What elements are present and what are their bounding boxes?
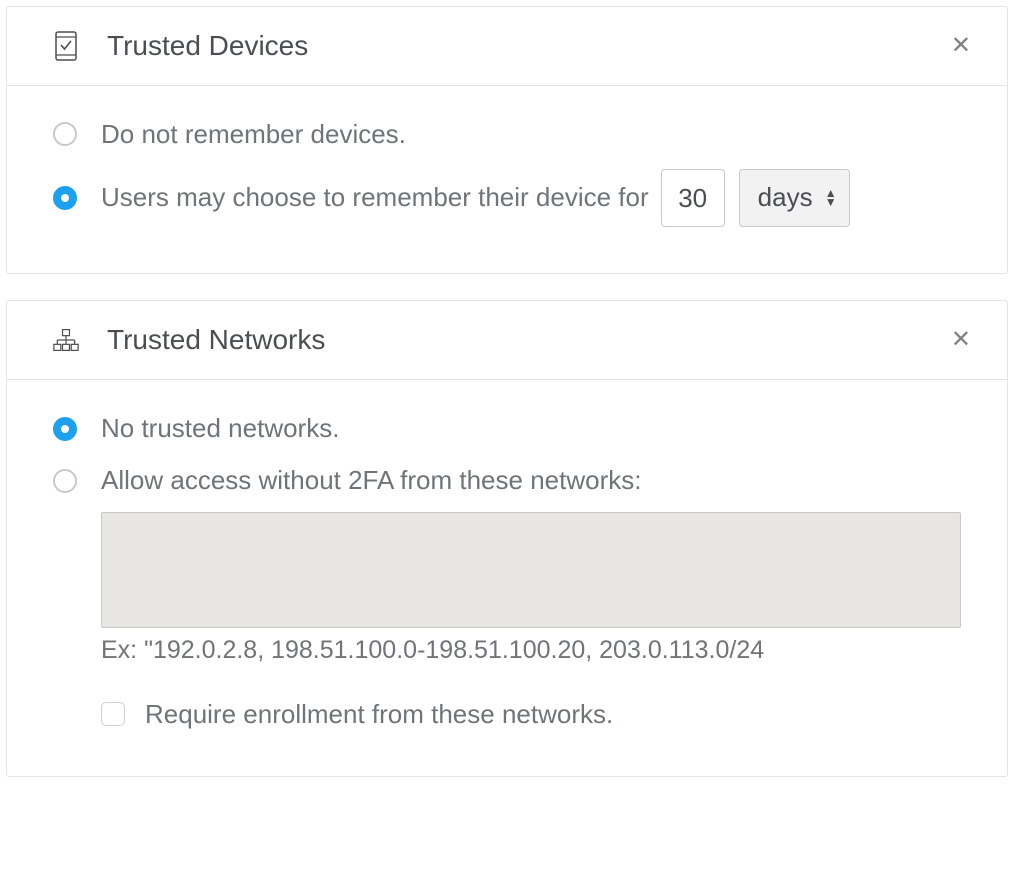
require-enrollment-row[interactable]: Require enrollment from these networks. bbox=[101, 699, 961, 730]
option-allow-networks-label: Allow access without 2FA from these netw… bbox=[101, 464, 641, 498]
trusted-devices-body: Do not remember devices. Users may choos… bbox=[7, 86, 1007, 274]
trusted-networks-hint: Ex: "192.0.2.8, 198.51.100.0-198.51.100.… bbox=[101, 636, 961, 665]
trusted-devices-header: Trusted Devices ✕ bbox=[7, 7, 1007, 86]
trusted-devices-title: Trusted Devices bbox=[107, 29, 308, 63]
radio-no-remember[interactable] bbox=[53, 122, 77, 146]
option-remember[interactable]: Users may choose to remember their devic… bbox=[53, 169, 961, 227]
option-no-trusted-networks[interactable]: No trusted networks. bbox=[53, 412, 961, 446]
trusted-devices-panel: Trusted Devices ✕ Do not remember device… bbox=[6, 6, 1008, 274]
trusted-networks-title: Trusted Networks bbox=[107, 323, 325, 357]
require-enrollment-label: Require enrollment from these networks. bbox=[145, 699, 613, 730]
option-allow-networks[interactable]: Allow access without 2FA from these netw… bbox=[53, 464, 961, 498]
require-enrollment-checkbox[interactable] bbox=[101, 702, 125, 726]
option-no-remember-label: Do not remember devices. bbox=[101, 118, 406, 152]
option-remember-label: Users may choose to remember their devic… bbox=[101, 181, 649, 215]
close-icon[interactable]: ✕ bbox=[943, 30, 979, 62]
remember-unit-select[interactable]: days ▲▼ bbox=[739, 169, 850, 227]
option-no-remember[interactable]: Do not remember devices. bbox=[53, 118, 961, 152]
radio-remember[interactable] bbox=[53, 186, 77, 210]
network-icon bbox=[53, 327, 79, 353]
networks-sub-block: Ex: "192.0.2.8, 198.51.100.0-198.51.100.… bbox=[101, 512, 961, 730]
option-no-trusted-label: No trusted networks. bbox=[101, 412, 339, 446]
trusted-networks-textarea[interactable] bbox=[101, 512, 961, 628]
remember-unit-label: days bbox=[758, 181, 813, 215]
trusted-networks-header: Trusted Networks ✕ bbox=[7, 301, 1007, 380]
radio-allow-networks[interactable] bbox=[53, 469, 77, 493]
select-caret-icon: ▲▼ bbox=[825, 189, 837, 207]
remember-duration-input[interactable] bbox=[661, 169, 725, 227]
radio-no-trusted-networks[interactable] bbox=[53, 417, 77, 441]
trusted-networks-body: No trusted networks. Allow access withou… bbox=[7, 380, 1007, 776]
device-check-icon bbox=[53, 33, 79, 59]
trusted-networks-panel: Trusted Networks ✕ No trusted networks. … bbox=[6, 300, 1008, 776]
close-icon[interactable]: ✕ bbox=[943, 324, 979, 356]
